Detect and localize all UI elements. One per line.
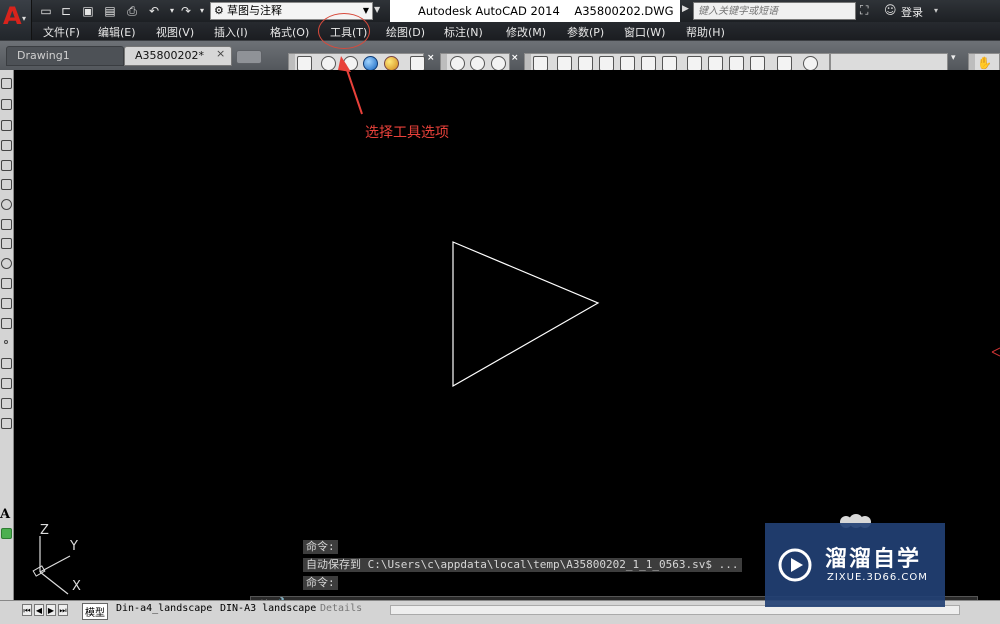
ucs-x-label: X (72, 579, 81, 594)
play-logo-icon (778, 548, 812, 582)
next-layout-icon[interactable]: ▶ (46, 604, 56, 616)
crosshair-fragment (991, 351, 1000, 357)
command-history-line: 命令: (303, 540, 338, 554)
watermark-title: 溜溜自学 (825, 547, 922, 572)
annotation-highlight-circle (318, 13, 370, 49)
first-layout-icon[interactable]: ⏮ (22, 604, 32, 616)
tab-layout-a4[interactable]: Din-a4_landscape (116, 603, 212, 614)
annotation-arrow-line (344, 63, 363, 115)
command-history-line: 命令: (303, 576, 338, 590)
tab-model[interactable]: 模型 (82, 603, 108, 620)
last-layout-icon[interactable]: ⏭ (58, 604, 68, 616)
crosshair-fragment (991, 347, 1000, 353)
watermark-badge: 溜溜自学 ZIXUE.3D66.COM (765, 523, 945, 607)
annotation-text: 选择工具选项 (365, 125, 449, 141)
annotation-arrow-head (338, 56, 351, 72)
prev-layout-icon[interactable]: ◀ (34, 604, 44, 616)
ucs-z-label: Z (40, 523, 49, 538)
watermark-url: ZIXUE.3D66.COM (827, 572, 928, 583)
tab-layout-a3[interactable]: DIN-A3 landscape (220, 603, 316, 614)
tab-layout-details[interactable]: Details (320, 603, 362, 614)
triangle-shape[interactable] (452, 241, 600, 388)
ucs-y-label: Y (69, 539, 78, 554)
ucs-x-axis (39, 571, 69, 595)
command-history-line: 自动保存到 C:\Users\c\appdata\local\temp\A358… (303, 558, 742, 572)
